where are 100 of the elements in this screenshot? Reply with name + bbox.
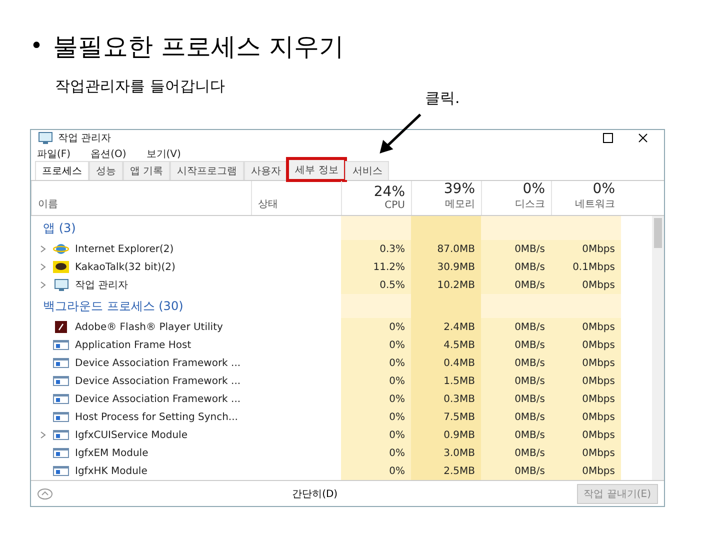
table-cell: 0MB/s (481, 318, 551, 336)
column-header[interactable]: 메모리 (445, 197, 475, 212)
tab[interactable]: 사용자 (244, 160, 288, 180)
table-cell: 0% (341, 462, 411, 480)
app-icon (53, 321, 69, 334)
callout-text: 클릭. (425, 89, 460, 109)
table-cell: 0Mbps (551, 426, 621, 444)
table-cell: 10.2MB (411, 276, 481, 294)
chevron-icon[interactable] (39, 431, 47, 440)
window-icon (53, 375, 69, 388)
process-name: IgfxHK Module (75, 466, 148, 477)
tab[interactable]: 프로세스 (35, 160, 89, 180)
process-name: Application Frame Host (75, 340, 192, 351)
window-icon (53, 411, 69, 424)
slide-subtitle: 작업관리자를 들어갑니다 (55, 77, 226, 97)
table-cell: 0MB/s (481, 372, 551, 390)
table-cell: 0MB/s (481, 240, 551, 258)
chat-bubble-icon (53, 261, 69, 274)
window-icon (53, 447, 69, 460)
table-cell: 0Mbps (551, 240, 621, 258)
tab[interactable]: 시작프로그램 (170, 160, 244, 180)
group-header: 백그라운드 프로세스 (30) (43, 298, 184, 315)
tab[interactable]: 앱 기록 (123, 160, 170, 180)
table-cell: 0Mbps (551, 336, 621, 354)
window-icon (53, 465, 69, 478)
column-header[interactable]: 디스크 (515, 197, 545, 212)
process-name: IgfxEM Module (75, 448, 148, 459)
table-cell: 0MB/s (481, 354, 551, 372)
table-cell: 0.4MB (411, 354, 481, 372)
chevron-icon[interactable] (39, 281, 47, 290)
process-name: Device Association Framework ... (75, 376, 241, 387)
table-cell: 0MB/s (481, 462, 551, 480)
process-name: Adobe® Flash® Player Utility (75, 322, 223, 333)
tab[interactable]: 서비스 (345, 160, 390, 180)
table-cell: 0% (341, 318, 411, 336)
table-cell: 0MB/s (481, 258, 551, 276)
pointer-arrow (378, 112, 422, 156)
table-cell: 1.5MB (411, 372, 481, 390)
table-cell: 0Mbps (551, 276, 621, 294)
tab[interactable]: 세부 정보 (288, 158, 346, 180)
menu-item[interactable]: 보기(V) (146, 146, 181, 161)
table-cell: 0MB/s (481, 276, 551, 294)
table-cell: 2.5MB (411, 462, 481, 480)
tab[interactable]: 성능 (89, 160, 123, 180)
table-cell: 0Mbps (551, 354, 621, 372)
collapse-icon (37, 488, 53, 500)
table-cell: 0Mbps (551, 462, 621, 480)
usage-value: 0% (522, 181, 545, 198)
process-name: KakaoTalk(32 bit)(2) (75, 262, 176, 273)
table-cell: 0MB/s (481, 390, 551, 408)
process-name: Device Association Framework ... (75, 394, 241, 405)
scrollbar[interactable] (652, 216, 664, 480)
maximize-icon[interactable] (603, 133, 613, 144)
window-icon (53, 429, 69, 442)
table-cell: 0MB/s (481, 426, 551, 444)
usage-value: 24% (374, 184, 405, 200)
table-cell: 0Mbps (551, 318, 621, 336)
window-icon (53, 393, 69, 406)
table-cell: 3.0MB (411, 444, 481, 462)
menu-item[interactable]: 파일(F) (37, 146, 71, 161)
table-cell: 0.3MB (411, 390, 481, 408)
details-toggle[interactable]: 간단히(D) (59, 486, 571, 501)
table-cell: 0MB/s (481, 336, 551, 354)
table-cell: 0% (341, 408, 411, 426)
menu-item[interactable]: 옵션(O) (90, 146, 126, 161)
table-cell: 0Mbps (551, 390, 621, 408)
table-cell: 0.1Mbps (551, 258, 621, 276)
chevron-icon[interactable] (39, 263, 47, 272)
table-cell: 0Mbps (551, 408, 621, 426)
process-name: 작업 관리자 (75, 279, 128, 292)
column-header[interactable]: CPU (384, 200, 405, 212)
table-cell: 0% (341, 390, 411, 408)
column-header[interactable]: 네트워크 (575, 197, 615, 212)
process-name: Device Association Framework ... (75, 358, 241, 369)
table-cell: 7.5MB (411, 408, 481, 426)
column-header[interactable]: 이름 (38, 197, 58, 212)
window-title: 작업 관리자 (58, 132, 112, 146)
usage-value: 39% (444, 181, 475, 198)
window-icon (53, 339, 69, 352)
column-header[interactable]: 상태 (258, 197, 278, 212)
chevron-icon[interactable] (39, 245, 47, 254)
table-cell: 0% (341, 426, 411, 444)
globe-icon (53, 243, 69, 256)
usage-value: 0% (592, 181, 615, 198)
table-cell: 0% (341, 372, 411, 390)
process-name: Internet Explorer(2) (75, 244, 174, 255)
table-cell: 0Mbps (551, 444, 621, 462)
table-cell: 0Mbps (551, 372, 621, 390)
slide-heading: 불필요한 프로세스 지우기 (52, 31, 344, 63)
close-icon[interactable] (638, 133, 648, 144)
monitor-icon (37, 132, 53, 144)
table-cell: 0.3% (341, 240, 411, 258)
table-cell: 4.5MB (411, 336, 481, 354)
table-cell: 2.4MB (411, 318, 481, 336)
table-cell: 0.5% (341, 276, 411, 294)
table-cell: 87.0MB (411, 240, 481, 258)
monitor-icon (53, 279, 69, 292)
table-cell: 0MB/s (481, 408, 551, 426)
table-cell: 0% (341, 444, 411, 462)
table-cell: 30.9MB (411, 258, 481, 276)
